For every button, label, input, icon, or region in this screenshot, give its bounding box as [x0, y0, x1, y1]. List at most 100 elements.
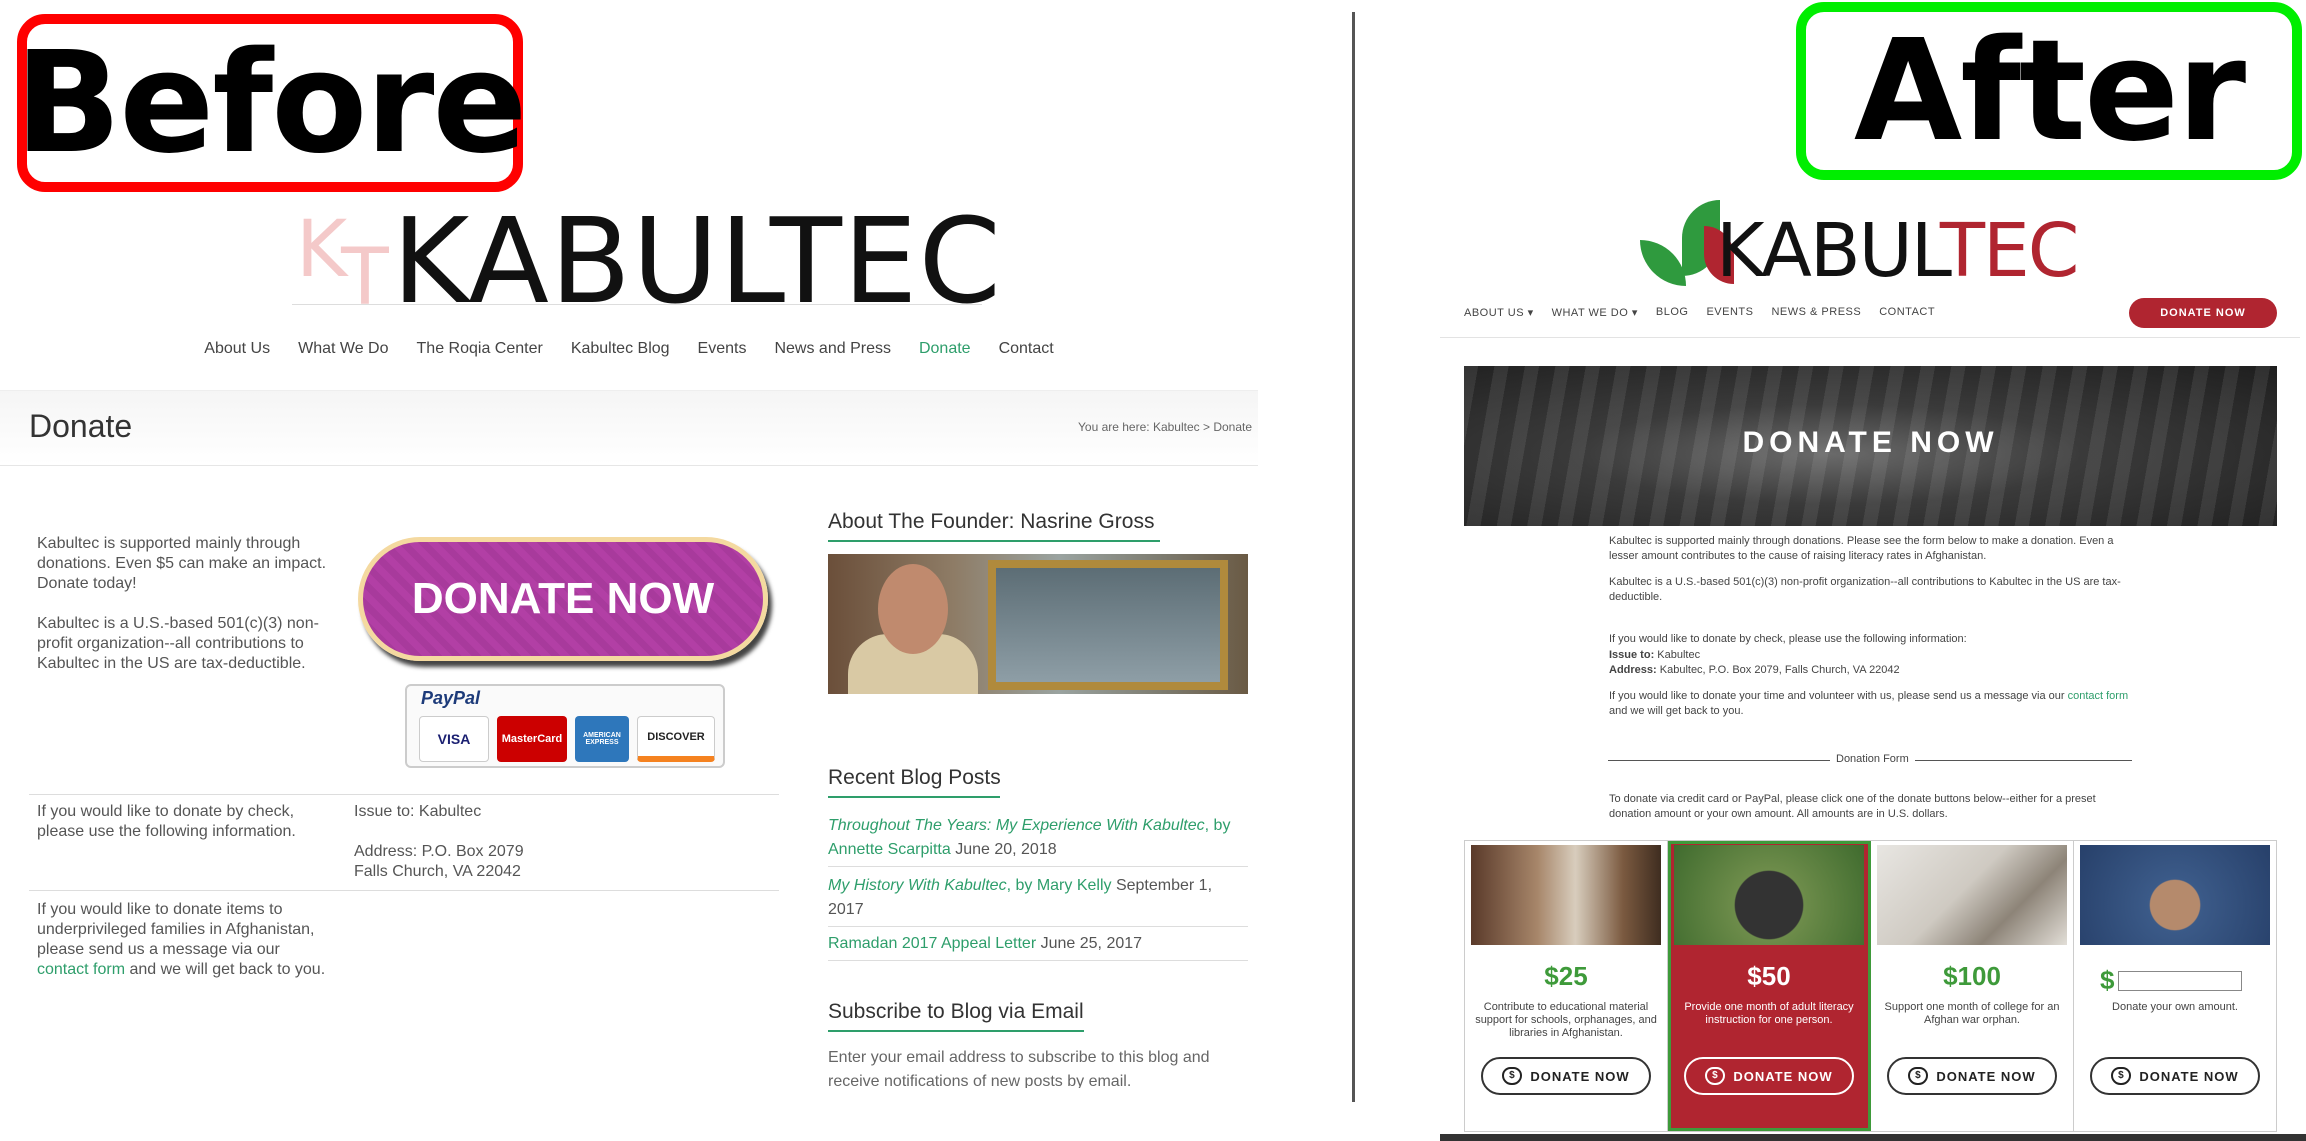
nav-what-we-do[interactable]: WHAT WE DO ▾: [1552, 306, 1638, 319]
site-logo[interactable]: KABULTEC: [1716, 208, 2079, 294]
header-rule: [1440, 337, 2300, 338]
nav-blog[interactable]: Kabultec Blog: [557, 340, 684, 358]
breadcrumb: You are here: Kabultec > Donate: [1078, 420, 1253, 434]
founder-face: [878, 564, 948, 654]
form-intro: To donate via credit card or PayPal, ple…: [1609, 793, 2096, 820]
option-amount: $100: [1943, 961, 2001, 991]
issue-value: Kabultec: [1657, 649, 1701, 661]
option-desc: Provide one month of adult literacy inst…: [1684, 1001, 1854, 1026]
contact-form-link[interactable]: contact form: [2068, 690, 2129, 702]
paypal-logo: PayPal: [421, 688, 481, 708]
option-amount: $25: [1544, 961, 1588, 991]
donate-now-button[interactable]: $ DONATE NOW: [1684, 1057, 1854, 1095]
option-amount: $50: [1747, 961, 1791, 991]
post-separator: [828, 866, 1248, 867]
intro-text: Kabultec is supported mainly through don…: [37, 535, 327, 592]
donation-option-50: $50 Provide one month of adult literacy …: [1668, 841, 1871, 1131]
hands-photo: [2080, 845, 2270, 945]
check-text: If you would like to donate by check, pl…: [37, 803, 296, 840]
nav-news[interactable]: News and Press: [760, 340, 905, 358]
mastercard-icon: MasterCard: [497, 716, 567, 762]
issue-line: Issue to: Kabultec: [1609, 648, 2129, 663]
items-text-a: If you would like to donate items to und…: [37, 901, 315, 958]
post-separator: [828, 926, 1248, 927]
donation-option-100: $100 Support one month of college for an…: [1871, 841, 2074, 1131]
address-label: Address:: [1609, 664, 1657, 676]
address-line1: Address: P.O. Box 2079: [354, 843, 524, 860]
nav-donate[interactable]: Donate: [905, 340, 985, 358]
option-desc: Donate your own amount.: [2112, 1001, 2238, 1013]
heart-dollar-icon: $: [2111, 1067, 2132, 1085]
founder-heading: About The Founder: Nasrine Gross: [828, 510, 1155, 533]
items-text-b: and we will get back to you.: [129, 961, 326, 978]
post-title-link[interactable]: Throughout The Years: My Experience With…: [828, 817, 1205, 834]
logo-text: KABUL: [1716, 208, 1942, 294]
heading-underline: [828, 796, 1000, 798]
issue-to: Issue to: Kabultec: [354, 803, 482, 820]
footer-edge: [1440, 1134, 2306, 1141]
nav-what-we-do[interactable]: What We Do: [284, 340, 402, 358]
custom-amount-input[interactable]: [2118, 970, 2243, 991]
hero-title: DONATE NOW: [1742, 426, 1999, 459]
discover-icon: DISCOVER: [637, 716, 715, 762]
divider: [1352, 12, 1355, 1102]
items-text: If you would like to donate items to und…: [37, 900, 327, 980]
blog-post-item: Ramadan 2017 Appeal Letter June 25, 2017: [828, 932, 1248, 956]
address-line2: Falls Church, VA 22042: [354, 863, 521, 880]
logo-k: K: [296, 205, 347, 295]
heading-underline: [828, 540, 1160, 542]
option-desc: Support one month of college for an Afgh…: [1884, 1001, 2060, 1026]
main-nav: ABOUT US ▾ WHAT WE DO ▾ BLOG EVENTS NEWS…: [1464, 306, 1935, 319]
tax-text: Kabultec is a U.S.-based 501(c)(3) non-p…: [37, 615, 319, 672]
heart-dollar-icon: $: [1502, 1067, 1523, 1085]
nav-contact[interactable]: CONTACT: [1879, 306, 1935, 319]
button-label: DONATE NOW: [1733, 1068, 1833, 1084]
donation-form-label: Donation Form: [1830, 753, 1915, 765]
heading-underline: [828, 1030, 1084, 1032]
writing-photo: [1877, 845, 2067, 945]
hero-banner: DONATE NOW: [1464, 366, 2277, 526]
post-date: June 25, 2017: [1040, 935, 1143, 952]
intro-text: Kabultec is supported mainly through don…: [1609, 535, 2114, 562]
donate-now-button[interactable]: DONATE NOW: [358, 537, 768, 661]
founder-photo[interactable]: [828, 554, 1248, 694]
button-label: DONATE NOW: [1530, 1068, 1630, 1084]
blog-post-item: Throughout The Years: My Experience With…: [828, 814, 1248, 862]
site-logo[interactable]: KABULTEC: [392, 192, 1002, 330]
button-label: DONATE NOW: [1936, 1068, 2036, 1084]
post-date: June 20, 2018: [955, 841, 1057, 858]
contact-form-link[interactable]: contact form: [37, 961, 125, 978]
paypal-cards-badge[interactable]: PayPal VISA MasterCard AMERICAN EXPRESS …: [405, 684, 725, 768]
nav-contact[interactable]: Contact: [985, 340, 1068, 358]
logo-leaf-icon: [1640, 240, 1686, 286]
logo-t: T: [341, 233, 389, 323]
donate-now-header-button[interactable]: DONATE NOW: [2129, 298, 2277, 328]
nav-events[interactable]: EVENTS: [1706, 306, 1753, 319]
donate-now-button[interactable]: $ DONATE NOW: [1481, 1057, 1651, 1095]
main-nav: About Us What We Do The Roqia Center Kab…: [0, 340, 1258, 358]
subscribe-heading: Subscribe to Blog via Email: [828, 1000, 1084, 1023]
nav-about-us[interactable]: ABOUT US ▾: [1464, 306, 1534, 319]
donate-now-button[interactable]: $ DONATE NOW: [1887, 1057, 2057, 1095]
address-line: Address: Kabultec, P.O. Box 2079, Falls …: [1609, 663, 2129, 678]
donate-now-button[interactable]: $ DONATE NOW: [2090, 1057, 2260, 1095]
button-label: DONATE NOW: [2139, 1068, 2239, 1084]
page-title: Donate: [29, 408, 133, 444]
subscribe-text: Enter your email address to subscribe to…: [828, 1049, 1210, 1088]
nav-blog[interactable]: BLOG: [1656, 306, 1689, 319]
post-title-link[interactable]: Ramadan 2017 Appeal Letter: [828, 935, 1036, 952]
post-separator: [828, 960, 1248, 961]
before-label: Before: [15, 14, 527, 192]
kt-logo-mark: KT: [296, 205, 389, 323]
donation-option-custom: $ Donate your own amount. $ DONATE NOW: [2074, 841, 2276, 1131]
nav-roqia-center[interactable]: The Roqia Center: [403, 340, 557, 358]
nav-news-press[interactable]: NEWS & PRESS: [1771, 306, 1861, 319]
nav-events[interactable]: Events: [684, 340, 761, 358]
post-title-link[interactable]: My History With Kabultec: [828, 877, 1007, 894]
after-label: After: [1796, 2, 2302, 180]
heart-dollar-icon: $: [1705, 1067, 1726, 1085]
nav-about-us[interactable]: About Us: [190, 340, 284, 358]
issue-label: Issue to:: [1609, 649, 1655, 661]
visa-icon: VISA: [419, 716, 489, 762]
painting: [988, 560, 1228, 690]
